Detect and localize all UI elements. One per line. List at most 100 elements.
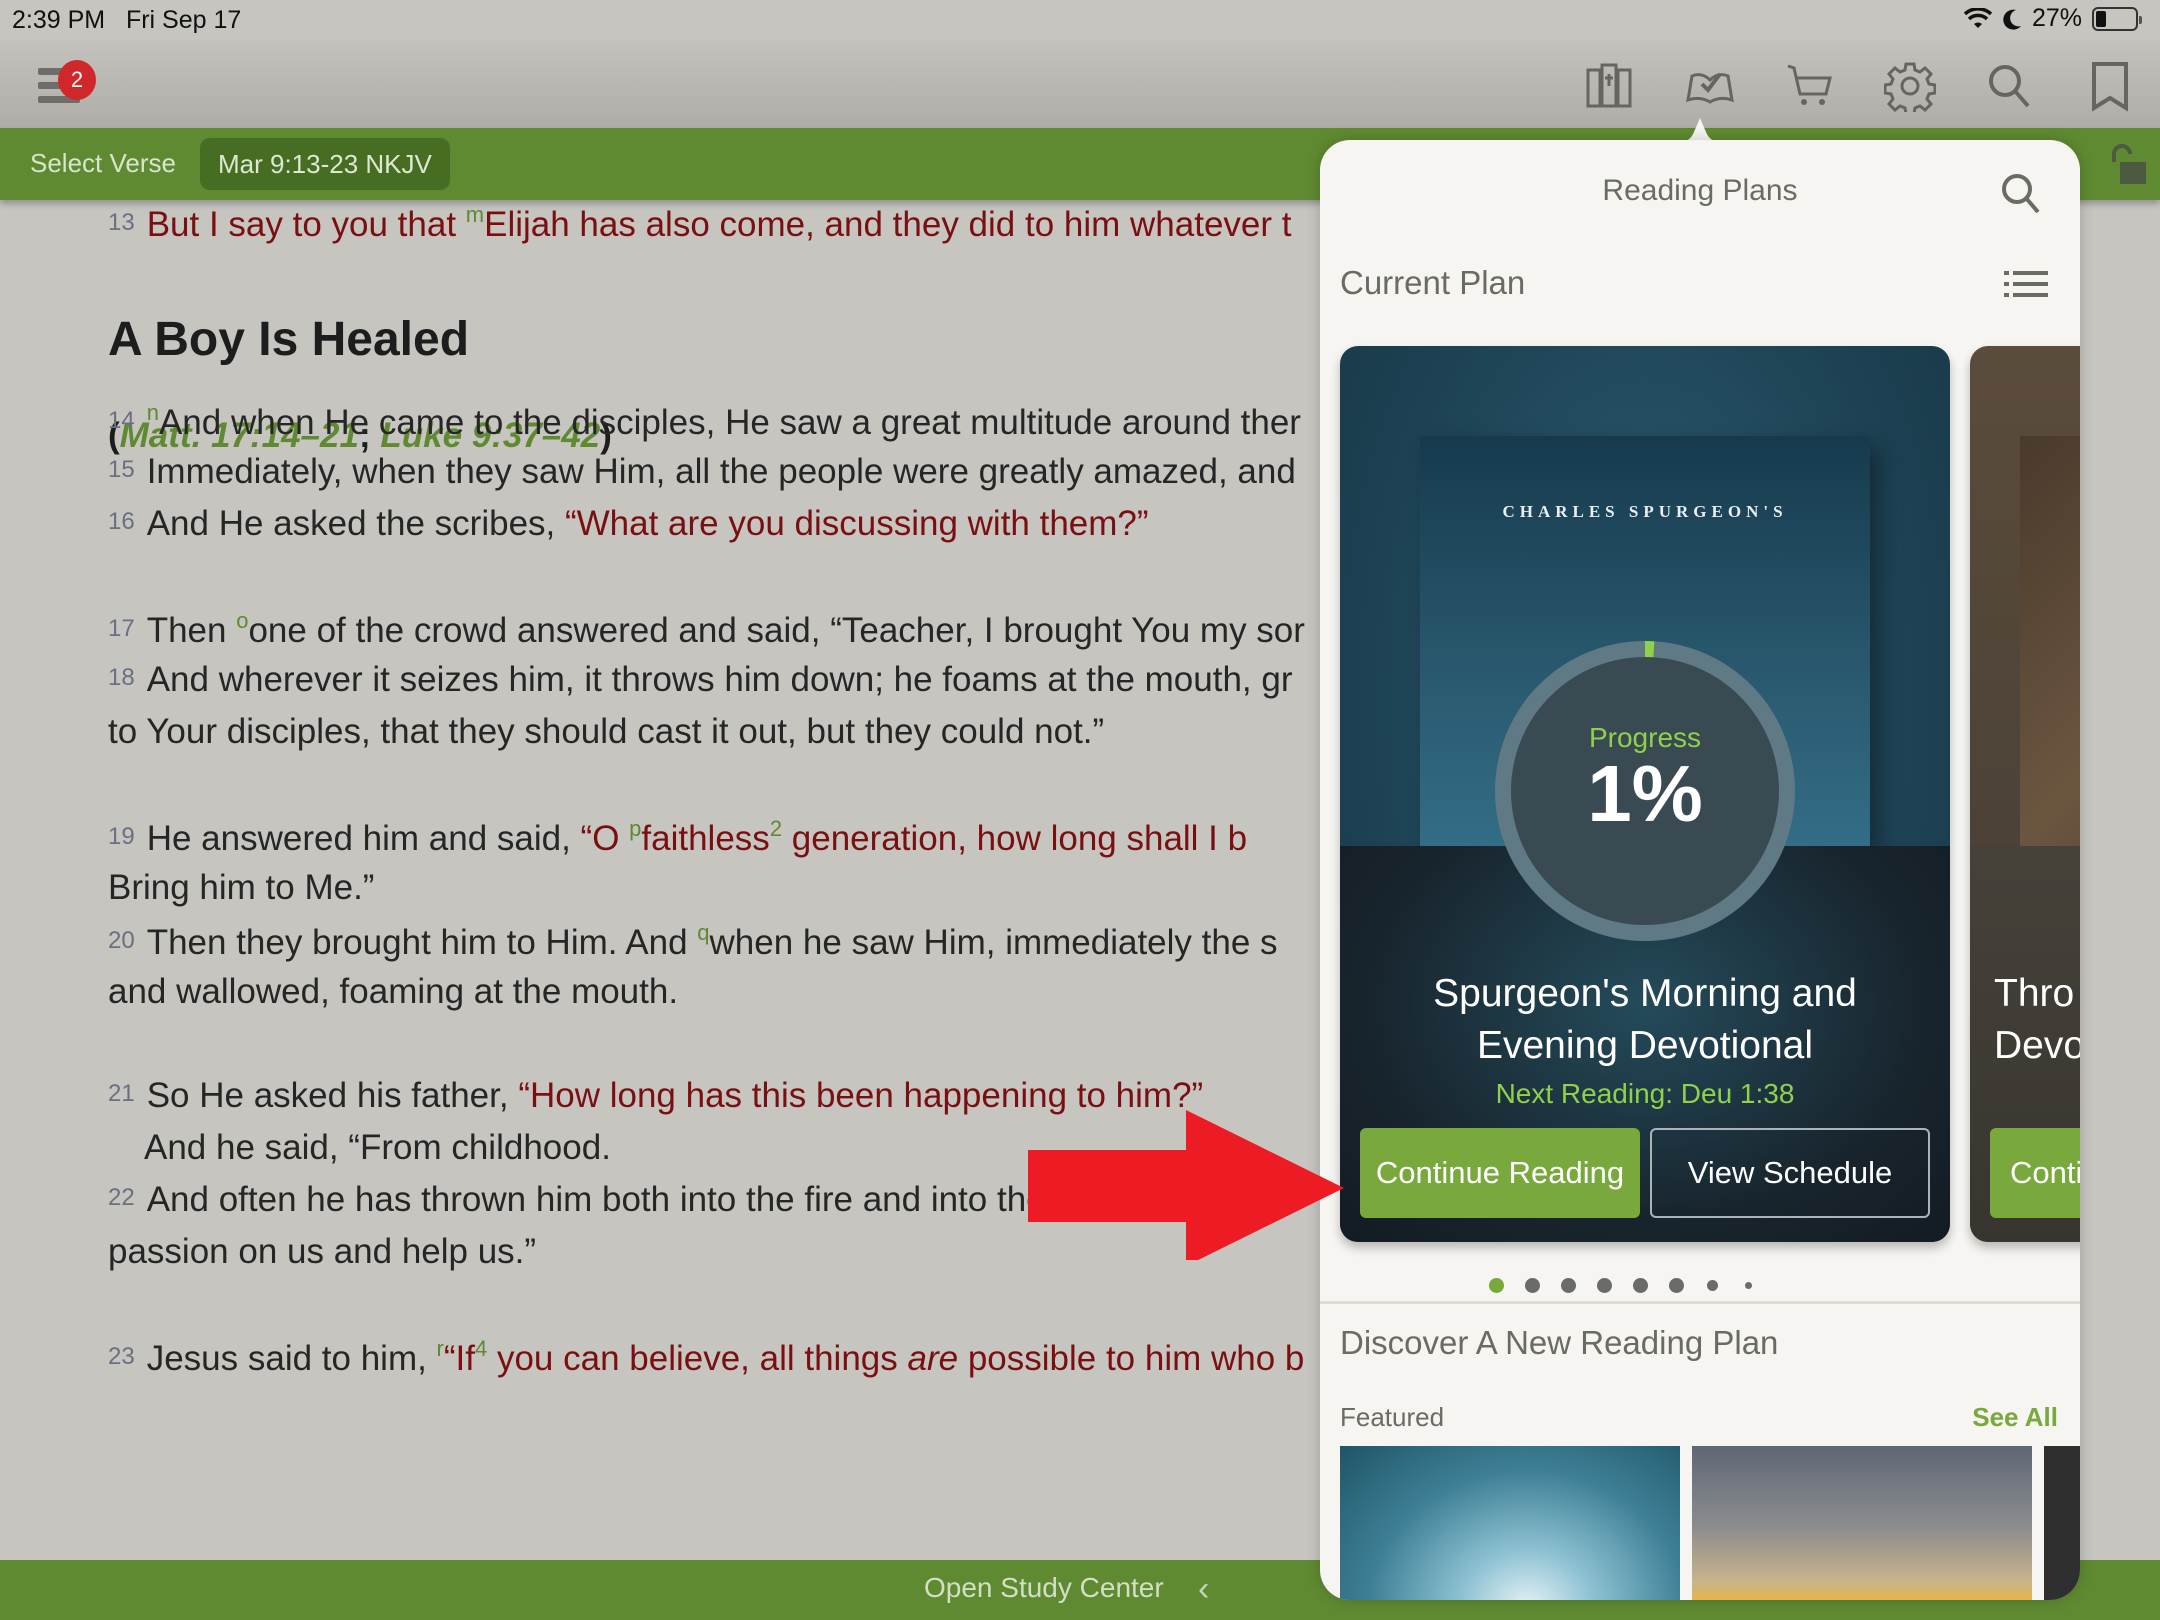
verse-text: when he saw Him, immediately the s [709,923,1278,962]
chevron-left-icon[interactable]: ‹ [1198,1570,1209,1609]
verse-number: 17 [108,615,135,642]
verse-20-cont: and wallowed, foaming at the mouth. [108,972,678,1012]
verse-text: So He asked his father, [146,1076,519,1115]
status-time: 2:39 PM Fri Sep 17 [12,6,242,34]
featured-plan-thumbnail[interactable] [1340,1446,1680,1600]
store-button[interactable] [1780,56,1840,116]
verse-text: And when He came to the disciples, He sa… [158,403,1301,442]
top-toolbar: 2 [0,40,2160,128]
reading-plans-popover: Reading Plans Current Plan CHARLES SPURG… [1320,140,2080,1600]
cross-reference-marker[interactable]: r [437,1336,444,1361]
cross-reference-marker[interactable]: q [697,920,709,945]
page-dot[interactable] [1488,1277,1504,1293]
notification-badge: 2 [58,60,96,100]
continue-reading-button[interactable]: Conti [1990,1128,2080,1218]
page-dot[interactable] [1596,1277,1612,1293]
cross-reference-marker[interactable]: o [236,608,248,633]
page-dot[interactable] [1668,1277,1684,1293]
verse-number: 20 [108,927,135,954]
verse-number: 22 [108,1184,135,1211]
plan-title-line: Thro [1994,972,2075,1015]
current-plan-card[interactable]: CHARLES SPURGEON'S Progress 1% Spurgeon'… [1340,346,1950,1242]
page-dot[interactable] [1524,1277,1540,1293]
battery-percent: 27% [2031,4,2082,32]
verse-text: Immediately, when they saw Him, all the … [146,452,1296,491]
cross-reference-marker[interactable]: n [147,400,159,425]
page-indicator[interactable] [1320,1270,2080,1300]
unlock-icon[interactable] [2104,142,2148,186]
settings-icon [1884,62,1936,112]
verse-17[interactable]: 17 Then oone of the crowd answered and sa… [108,608,1305,651]
verse-13[interactable]: 13 But I say to you that mElijah has also… [108,202,1292,245]
footnote-marker[interactable]: 4 [475,1336,487,1361]
verse-text: But I say to you that [146,205,466,244]
verse-text: passion on us and help us.” [108,1232,537,1271]
verse-18[interactable]: 18 And wherever it seizes him, it throws … [108,660,1292,700]
bookmark-button[interactable] [2080,56,2140,116]
scripture-text: 13 But I say to you that mElijah has also… [0,200,1330,1560]
search-button[interactable] [1980,56,2040,116]
menu-button[interactable]: 2 [36,60,96,112]
search-icon[interactable] [1998,170,2044,216]
verse-18-cont: to Your disciples, that they should cast… [108,712,1104,752]
verse-text: and wallowed, foaming at the mouth. [108,972,679,1011]
verse-number: 19 [108,823,135,850]
verse-20[interactable]: 20 Then they brought him to Him. And qwhe… [108,920,1278,963]
annotation-arrow-icon [1028,1110,1344,1260]
verse-text: Then [146,611,237,650]
continue-reading-button[interactable]: Continue Reading [1360,1128,1640,1218]
bookmark-icon [2092,62,2128,112]
view-schedule-button[interactable]: View Schedule [1650,1128,1930,1218]
verse-16[interactable]: 16 And He asked the scribes, “What are yo… [108,504,1149,544]
plan-title-line: Evening Devotional [1476,1024,1814,1067]
see-all-link[interactable]: See All [1972,1402,2058,1433]
words-of-christ: you can believe, all things [487,1339,908,1378]
featured-plan-thumbnail[interactable] [1692,1446,2032,1600]
reading-plans-button[interactable] [1680,56,1740,116]
featured-plan-thumbnail[interactable] [2044,1446,2080,1600]
words-of-christ: generation, how long shall I b [782,819,1248,858]
plan-title: Spurgeon's Morning and Evening Devotiona… [1340,968,1950,1072]
verse-text: Jesus said to him, [146,1339,437,1378]
plan-title: Thro Devo [1994,968,2080,1072]
verse-19[interactable]: 19 He answered him and said, “O pfaithles… [108,816,1247,859]
plan-cover-image [2020,436,2080,846]
verse-text: And wherever it seizes him, it throws hi… [146,660,1293,699]
divider [1320,1301,2080,1304]
page-dot[interactable] [1632,1277,1648,1293]
next-plan-card[interactable]: Thro Devo Conti [1970,346,2080,1242]
progress-percent: 1% [1587,749,1703,838]
page-dot[interactable] [1744,1281,1752,1289]
cross-reference-marker[interactable]: p [629,816,641,841]
plan-carousel[interactable]: CHARLES SPURGEON'S Progress 1% Spurgeon'… [1340,346,2080,1242]
page-dot[interactable] [1706,1279,1718,1291]
verse-14[interactable]: 14 nAnd when He came to the disciples, He… [108,400,1301,443]
library-icon [1586,63,1632,108]
verse-text: And He asked the scribes, [146,504,565,543]
verse-number: 16 [108,508,135,535]
words-of-christ: “If [443,1339,475,1378]
verse-23[interactable]: 23 Jesus said to him, r“If4 you can belie… [108,1336,1304,1379]
select-verse-button[interactable]: Select Verse [30,148,176,179]
verse-text: And he said, “From childhood. [144,1128,611,1167]
next-reading: Next Reading: Deu 1:38 [1495,1078,1795,1109]
words-of-christ: Bring him to Me.” [108,868,375,907]
settings-button[interactable] [1880,56,1940,116]
verse-19-cont: Bring him to Me.” [108,868,374,908]
verse-text: to Your disciples, that they should cast… [108,712,1105,751]
verse-15[interactable]: 15 Immediately, when they saw Him, all th… [108,452,1296,492]
open-study-center-button[interactable]: Open Study Center [924,1572,1164,1604]
passage-reference-button[interactable]: Mar 9:13-23 NKJV [200,138,450,190]
discover-heading: Discover A New Reading Plan [1340,1324,1779,1361]
popover-title: Reading Plans [1602,174,1798,207]
page-dot[interactable] [1560,1277,1576,1293]
battery-icon [2092,6,2142,31]
library-button[interactable] [1580,56,1640,116]
footnote-marker[interactable]: 2 [770,816,782,841]
verse-number: 15 [108,456,135,483]
plan-title-line: Spurgeon's Morning and [1433,972,1857,1015]
list-icon[interactable] [2004,270,2048,298]
words-of-christ: faithless [641,819,770,858]
section-heading: A Boy Is Healed [108,313,470,366]
cross-reference-marker[interactable]: m [466,202,484,227]
